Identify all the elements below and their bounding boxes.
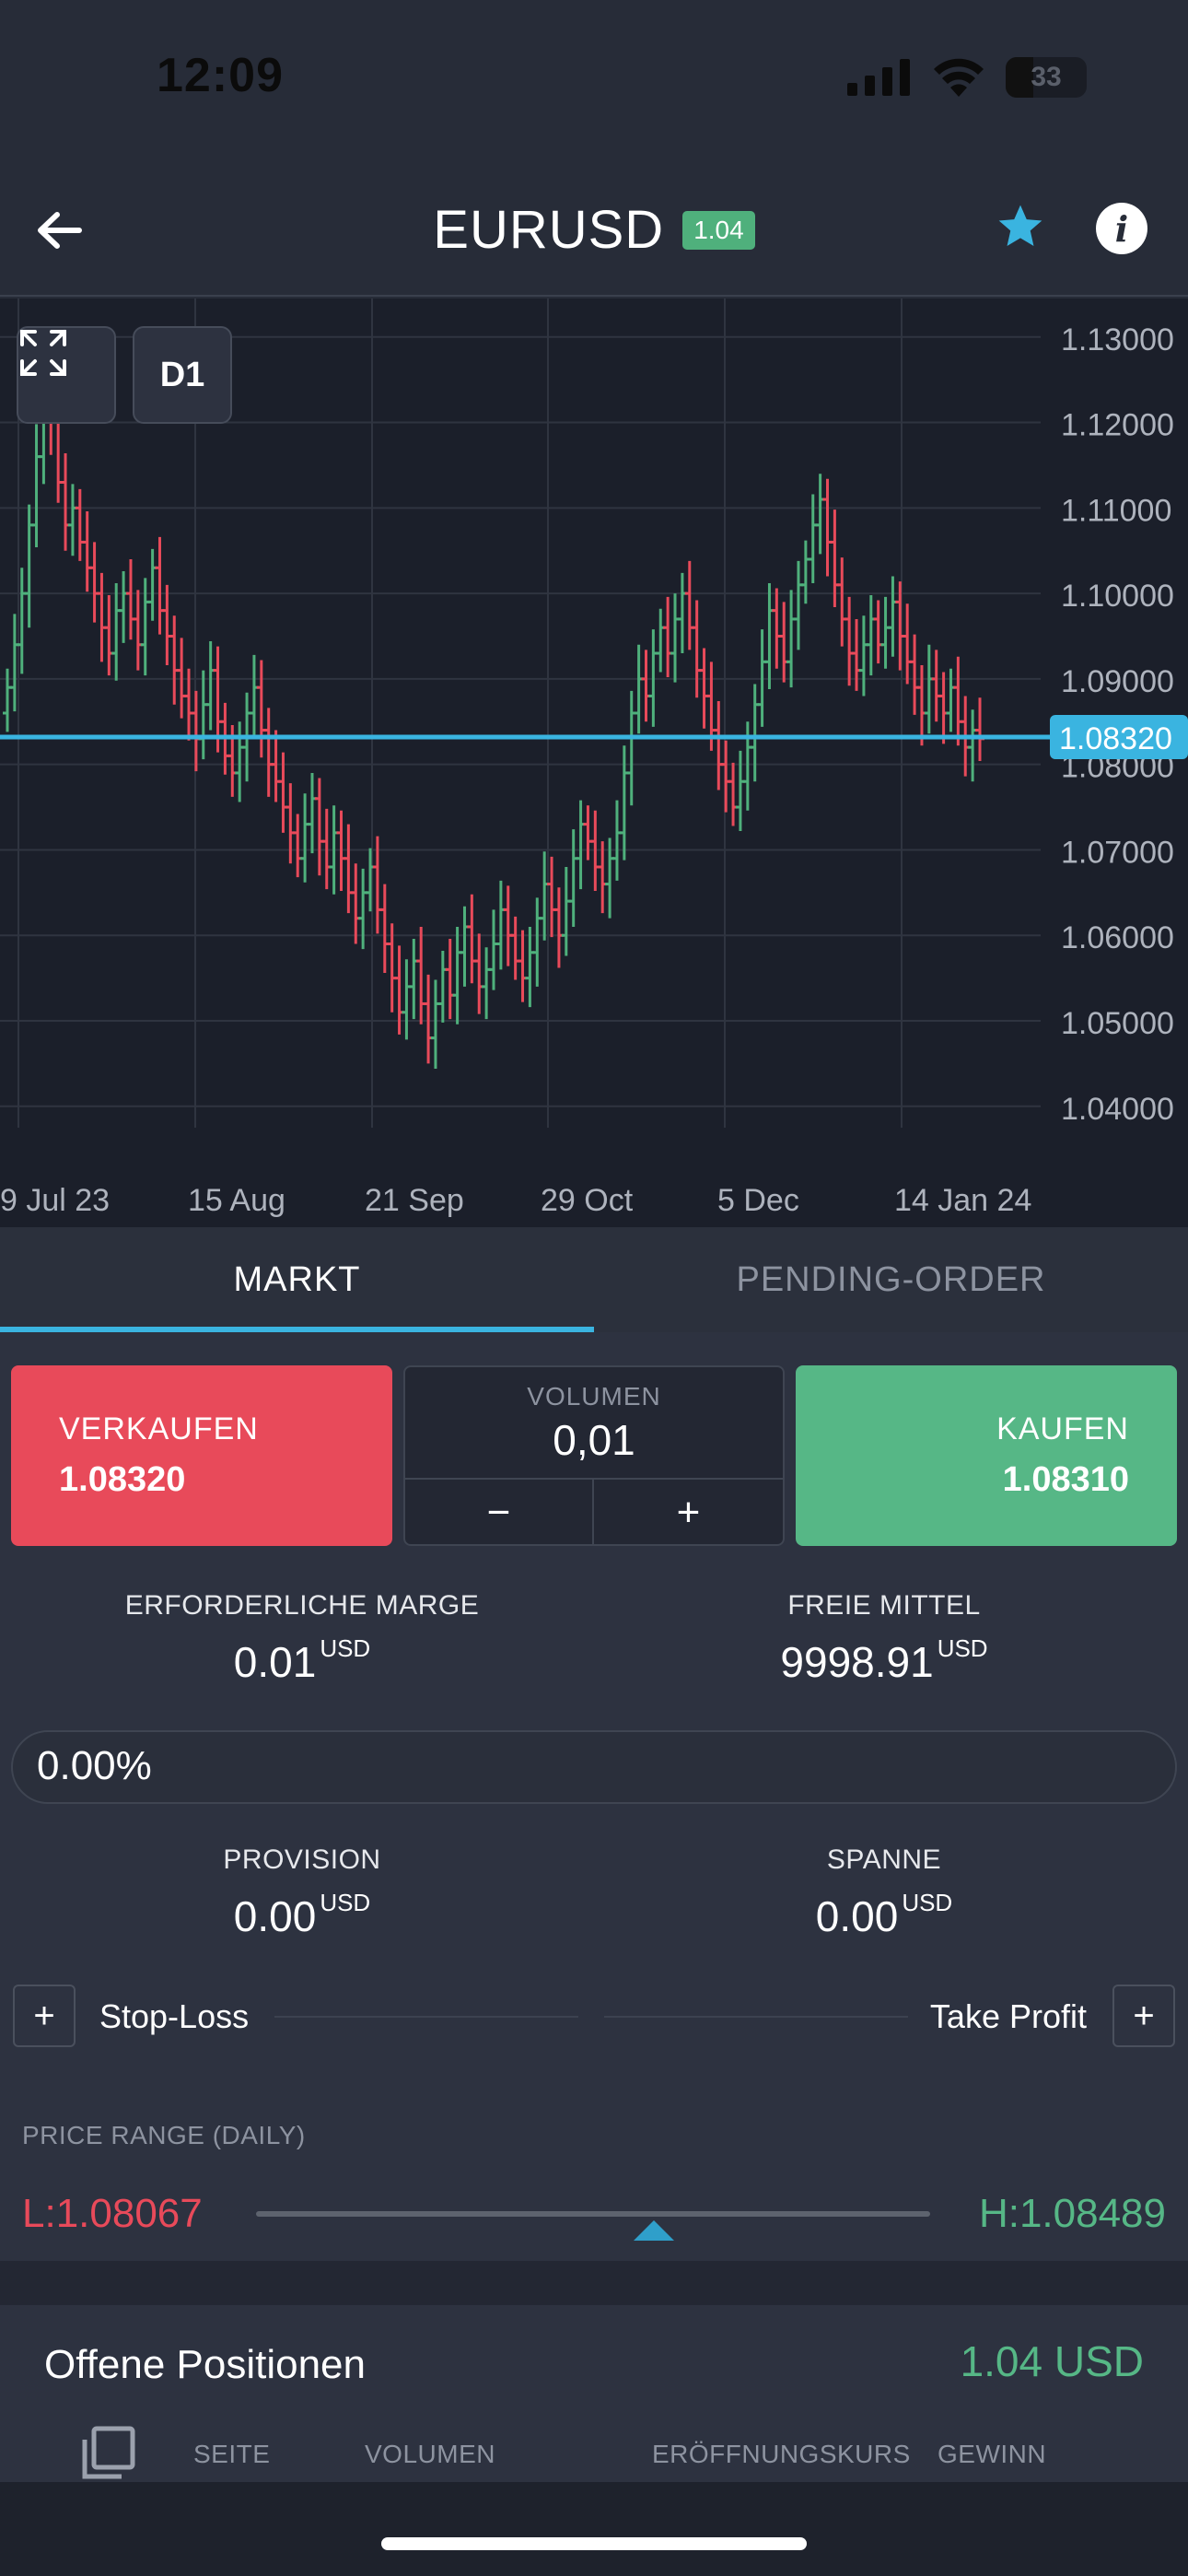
favorite-button[interactable] bbox=[995, 201, 1050, 256]
price-tick-label: 1.06000 bbox=[1061, 920, 1174, 955]
price-range-high: H:1.08489 bbox=[978, 2191, 1166, 2236]
free-funds-stat: FREIE MITTEL 9998.91 USD bbox=[626, 1590, 1142, 1687]
price-tick-label: 1.07000 bbox=[1061, 835, 1174, 870]
signal-icon bbox=[847, 59, 910, 96]
price-tick-label: 1.11000 bbox=[1061, 493, 1171, 528]
info-button[interactable]: i bbox=[1096, 203, 1147, 254]
add-stop-loss-button[interactable]: + bbox=[13, 1985, 76, 2047]
expand-icon bbox=[20, 330, 66, 376]
column-eroeffnungskurs: ERÖFFNUNGSKURS bbox=[652, 2440, 911, 2468]
commission-stat: PROVISION 0.00 USD bbox=[44, 1844, 560, 1941]
free-funds-unit: USD bbox=[937, 1634, 988, 1662]
price-tick-label: 1.04000 bbox=[1061, 1092, 1174, 1127]
price-range-title: PRICE RANGE (DAILY) bbox=[22, 2121, 306, 2149]
battery-icon: 33 bbox=[1006, 57, 1087, 98]
sell-button[interactable]: VERKAUFEN 1.08320 bbox=[11, 1365, 392, 1546]
price-chart[interactable]: 1.13000 1.12000 1.11000 1.10000 1.09000 1.080… bbox=[0, 299, 1188, 1227]
status-icons: 33 bbox=[847, 57, 1087, 98]
open-positions-total: 1.04 USD bbox=[960, 2337, 1144, 2385]
price-tick-label: 1.13000 bbox=[1061, 322, 1174, 357]
battery-level: 33 bbox=[1031, 62, 1062, 92]
buy-price: 1.08310 bbox=[1002, 1460, 1129, 1499]
date-tick-label: 29 Oct bbox=[541, 1183, 634, 1218]
commission-amount: 0.00 bbox=[233, 1892, 317, 1940]
take-profit-divider bbox=[604, 2016, 908, 2018]
price-range-low: L:1.08067 bbox=[22, 2191, 203, 2236]
trade-panel: VERKAUFEN 1.08320 VOLUMEN 0,01 − + KAUFE… bbox=[0, 1332, 1188, 2261]
status-bar: 12:09 33 bbox=[0, 0, 1188, 166]
open-positions-title: Offene Positionen bbox=[44, 2342, 366, 2387]
home-indicator bbox=[381, 2537, 807, 2550]
page-title: EURUSD bbox=[433, 200, 665, 260]
margin-stat: ERFORDERLICHE MARGE 0.01 USD bbox=[44, 1590, 560, 1687]
fullscreen-button[interactable] bbox=[17, 326, 116, 424]
spread-unit: USD bbox=[902, 1889, 953, 1916]
spread-stat: SPANNE 0.00 USD bbox=[626, 1844, 1142, 1941]
volume-increase-button[interactable]: + bbox=[594, 1478, 783, 1546]
status-time: 12:09 bbox=[157, 49, 284, 102]
buy-button[interactable]: KAUFEN 1.08310 bbox=[796, 1365, 1177, 1546]
timeframe-button[interactable]: D1 bbox=[133, 326, 232, 424]
section-divider bbox=[0, 2261, 1188, 2305]
date-tick-label: 9 Jul 23 bbox=[0, 1183, 110, 1218]
price-tick-label: 1.05000 bbox=[1061, 1006, 1174, 1041]
price-range-marker-icon bbox=[634, 2220, 674, 2241]
spread-label: SPANNE bbox=[826, 1844, 942, 1875]
spread-amount: 0.00 bbox=[815, 1892, 899, 1940]
free-funds-value: 9998.91 USD bbox=[626, 1634, 1142, 1687]
margin-unit: USD bbox=[320, 1634, 371, 1662]
price-tick-label: 1.12000 bbox=[1061, 408, 1174, 443]
tab-pending-order[interactable]: PENDING-ORDER bbox=[594, 1227, 1188, 1332]
volume-decrease-button[interactable]: − bbox=[405, 1478, 594, 1546]
margin-label: ERFORDERLICHE MARGE bbox=[124, 1590, 480, 1621]
chart-canvas: 1.130001.120001.110001.100001.090001.080… bbox=[0, 299, 1188, 1218]
sell-label: VERKAUFEN bbox=[59, 1411, 259, 1446]
commission-label: PROVISION bbox=[223, 1844, 381, 1875]
order-tabs: MARKT PENDING-ORDER bbox=[0, 1227, 1188, 1332]
margin-amount: 0.01 bbox=[233, 1638, 317, 1686]
wifi-icon bbox=[934, 58, 984, 97]
date-tick-label: 5 Dec bbox=[717, 1183, 799, 1218]
commission-value: 0.00 USD bbox=[44, 1889, 560, 1941]
free-funds-amount: 9998.91 bbox=[780, 1638, 934, 1686]
info-icon: i bbox=[1114, 207, 1129, 250]
star-icon bbox=[998, 205, 1042, 246]
positions-table-header: SEITE VOLUMEN ERÖFFNUNGSKURS GEWINN bbox=[0, 2425, 1188, 2480]
copy-icon[interactable] bbox=[79, 2425, 136, 2482]
stop-loss-divider bbox=[274, 2016, 578, 2018]
price-tick-label: 1.09000 bbox=[1061, 664, 1174, 699]
add-take-profit-button[interactable]: + bbox=[1112, 1985, 1175, 2047]
price-range-track bbox=[256, 2211, 930, 2217]
header: EURUSD 1.04 i bbox=[0, 166, 1188, 297]
buy-label: KAUFEN bbox=[996, 1411, 1129, 1446]
date-tick-label: 14 Jan 24 bbox=[894, 1183, 1031, 1218]
tab-markt[interactable]: MARKT bbox=[0, 1227, 594, 1332]
column-seite: SEITE bbox=[193, 2440, 271, 2468]
column-volumen: VOLUMEN bbox=[365, 2440, 495, 2468]
percent-field[interactable]: 0.00% bbox=[11, 1730, 1177, 1804]
bottom-bar bbox=[0, 2482, 1188, 2576]
margin-value: 0.01 USD bbox=[44, 1634, 560, 1687]
volume-label: VOLUMEN bbox=[527, 1382, 661, 1411]
commission-unit: USD bbox=[320, 1889, 371, 1916]
volume-stepper: VOLUMEN 0,01 − + bbox=[403, 1365, 785, 1546]
free-funds-label: FREIE MITTEL bbox=[787, 1590, 981, 1621]
date-tick-label: 21 Sep bbox=[365, 1183, 464, 1218]
price-tick-label: 1.10000 bbox=[1061, 579, 1174, 614]
current-price-label: 1.08320 bbox=[1059, 721, 1172, 756]
date-tick-label: 15 Aug bbox=[188, 1183, 285, 1218]
spread-value: 0.00 USD bbox=[626, 1889, 1142, 1941]
take-profit-label[interactable]: Take Profit bbox=[930, 1997, 1087, 2036]
stop-loss-label[interactable]: Stop-Loss bbox=[99, 1997, 249, 2036]
column-gewinn: GEWINN bbox=[938, 2440, 1047, 2468]
volume-input[interactable]: 0,01 bbox=[405, 1415, 783, 1465]
sell-price: 1.08320 bbox=[59, 1460, 186, 1499]
title-badge: 1.04 bbox=[682, 210, 755, 250]
